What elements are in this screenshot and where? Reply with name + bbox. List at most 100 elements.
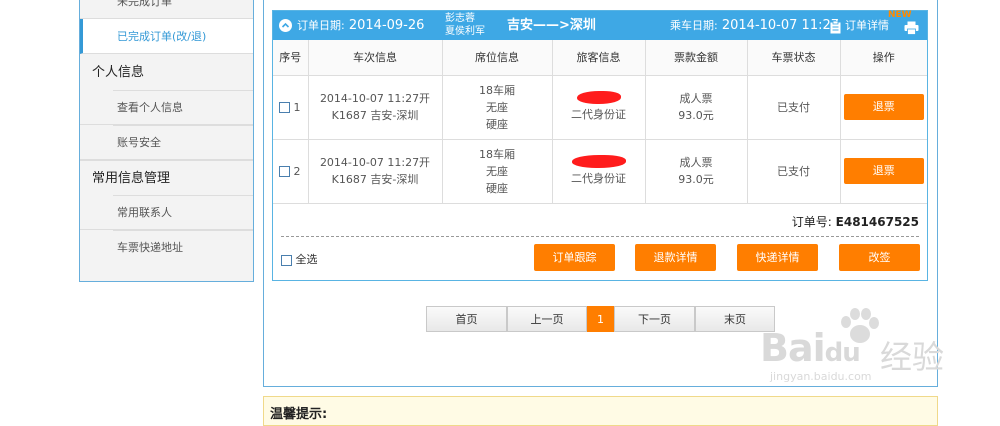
sidebar-section-label: 常用信息管理: [92, 171, 171, 186]
row-checkbox[interactable]: [279, 102, 290, 113]
passenger-name: 夏侯利军: [445, 26, 485, 37]
sidebar-item-label: 车票快递地址: [117, 241, 183, 254]
watermark-text: du: [824, 338, 861, 368]
select-all[interactable]: 全选: [281, 251, 318, 267]
sidebar-item-label: 未完成订单: [117, 0, 172, 8]
printer-icon[interactable]: [904, 20, 919, 35]
column-header: 票款金额: [645, 40, 748, 76]
refund-button[interactable]: 退票: [843, 94, 924, 120]
action-cell: 退票: [840, 75, 927, 140]
select-all-label: 全选: [295, 253, 318, 266]
column-header: 旅客信息: [552, 40, 646, 76]
redaction-mark: [576, 91, 621, 104]
train-time: 2014-10-07 11:27开: [319, 92, 431, 105]
order-date-value: 2014-09-26: [348, 18, 425, 33]
ride-date-label: 乘车日期:: [670, 19, 718, 32]
sidebar-item-unfinished-orders[interactable]: 未完成订单: [80, 0, 253, 19]
watermark-text: Bai: [760, 326, 826, 370]
row-checkbox[interactable]: [279, 166, 290, 177]
sidebar-item-completed-orders[interactable]: 已完成订单(改/退): [80, 19, 253, 54]
seq-cell: 1: [273, 75, 309, 140]
sidebar-section-common-info: 常用信息管理: [80, 160, 253, 195]
refund-detail-button[interactable]: 退款详情: [635, 244, 716, 271]
order-track-button[interactable]: 订单跟踪: [534, 244, 615, 271]
column-header: 车次信息: [308, 40, 443, 76]
order-number-label: 订单号:: [791, 215, 832, 229]
collapse-icon[interactable]: [279, 19, 292, 32]
change-ticket-button[interactable]: 改签: [839, 244, 920, 271]
sidebar-item-label: 查看个人信息: [117, 101, 183, 114]
watermark-cn: 经验: [880, 338, 945, 376]
seat-info-cell: 18车厢 无座 硬座: [442, 139, 553, 204]
seq-number: 2: [293, 164, 301, 178]
sidebar-item-label: 已完成订单(改/退): [117, 30, 207, 43]
redaction-mark: [571, 155, 626, 168]
seat-info-cell: 18车厢 无座 硬座: [442, 75, 553, 140]
divider: [281, 236, 919, 237]
seat-car: 18车厢: [479, 147, 515, 161]
train-route: K1687 吉安-深圳: [331, 109, 419, 122]
sidebar-section-label: 个人信息: [92, 65, 145, 80]
baidu-watermark: Baidu 经验 jingyan.baidu.com: [760, 308, 960, 388]
table-row: 2 2014-10-07 11:27开 K1687 吉安-深圳 18车厢 无座 …: [273, 139, 927, 204]
ride-date: 乘车日期: 2014-10-07 11:27: [670, 11, 839, 40]
column-header: 席位信息: [442, 40, 553, 76]
ticket-status: 已支付: [747, 75, 841, 140]
clipboard-icon: [830, 19, 841, 34]
notice-title: 温馨提示:: [270, 407, 328, 422]
order-date: 订单日期: 2014-09-26: [297, 11, 424, 40]
sidebar-item-account-security[interactable]: 账号安全: [80, 125, 253, 160]
prev-page-button[interactable]: 上一页: [507, 306, 587, 332]
price-cell: 成人票 93.0元: [645, 75, 748, 140]
seat-class: 硬座: [486, 117, 508, 131]
seq-number: 1: [293, 100, 301, 114]
column-header: 车票状态: [747, 40, 841, 76]
seat-car: 18车厢: [479, 83, 515, 97]
order-number-value: E481467525: [835, 215, 919, 229]
sidebar-item-label: 常用联系人: [117, 206, 172, 219]
first-page-button[interactable]: 首页: [426, 306, 507, 332]
watermark-url: jingyan.baidu.com: [770, 370, 872, 383]
sidebar-section-personal-info: 个人信息: [80, 55, 253, 90]
sidebar-item-delivery-address[interactable]: 车票快递地址: [80, 230, 253, 265]
train-info-cell: 2014-10-07 11:27开 K1687 吉安-深圳: [308, 139, 443, 204]
table-header-row: 序号 车次信息 席位信息 旅客信息 票款金额 车票状态 操作: [273, 40, 927, 76]
next-page-button[interactable]: 下一页: [614, 306, 695, 332]
order-card: 订单日期: 2014-09-26 彭志蓉 夏侯利军 吉安——>深圳 乘车日期: …: [272, 10, 928, 281]
train-time: 2014-10-07 11:27开: [319, 156, 431, 169]
passenger-info-cell: 二代身份证: [552, 139, 646, 204]
id-type: 二代身份证: [571, 108, 626, 121]
seq-cell: 2: [273, 139, 309, 204]
column-header: 操作: [840, 40, 927, 76]
new-badge: NEW: [888, 10, 912, 20]
notice-box: 温馨提示:: [263, 396, 938, 426]
seat-number: 无座: [486, 100, 508, 114]
passenger-name: 彭志蓉: [445, 13, 475, 24]
train-route: K1687 吉安-深圳: [331, 173, 419, 186]
ticket-status: 已支付: [747, 139, 841, 204]
sidebar: 未完成订单 已完成订单(改/退) 个人信息 查看个人信息 账号安全 常用信息管理…: [79, 0, 254, 282]
ticket-table: 序号 车次信息 席位信息 旅客信息 票款金额 车票状态 操作 1 2014-10…: [273, 40, 927, 204]
order-detail-link[interactable]: 订单详情: [845, 11, 889, 40]
ticket-type: 成人票: [679, 156, 713, 169]
refund-button[interactable]: 退票: [843, 158, 924, 184]
order-header: 订单日期: 2014-09-26 彭志蓉 夏侯利军 吉安——>深圳 乘车日期: …: [273, 10, 927, 40]
seat-number: 无座: [486, 164, 508, 178]
select-all-checkbox[interactable]: [281, 254, 292, 266]
passenger-names: 彭志蓉 夏侯利军: [445, 12, 485, 38]
order-number: 订单号: E481467525: [792, 213, 919, 230]
ticket-type: 成人票: [679, 92, 713, 105]
action-cell: 退票: [840, 139, 927, 204]
order-date-label: 订单日期:: [297, 19, 345, 32]
price-cell: 成人票 93.0元: [645, 139, 748, 204]
seat-class: 硬座: [486, 181, 508, 195]
ticket-price: 93.0元: [678, 109, 714, 122]
passenger-info-cell: 二代身份证: [552, 75, 646, 140]
watermark-logo: Baidu: [760, 326, 861, 370]
express-detail-button[interactable]: 快递详情: [737, 244, 818, 271]
current-page[interactable]: 1: [587, 306, 614, 332]
column-header: 序号: [273, 40, 309, 76]
sidebar-item-contacts[interactable]: 常用联系人: [80, 195, 253, 230]
sidebar-item-view-personal-info[interactable]: 查看个人信息: [80, 90, 253, 125]
id-type: 二代身份证: [571, 172, 626, 185]
